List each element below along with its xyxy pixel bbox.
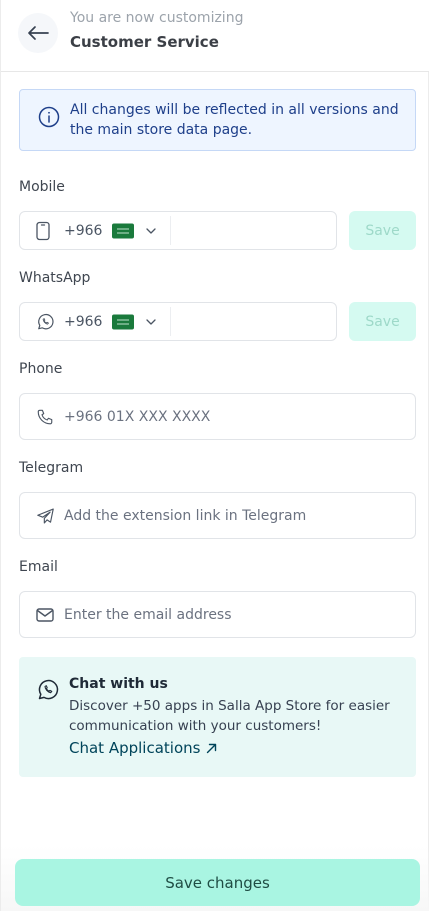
telegram-input[interactable]: Add the extension link in Telegram: [19, 492, 416, 539]
phone-placeholder: +966 01X XXX XXXX: [64, 408, 211, 425]
whatsapp-icon: [38, 679, 59, 700]
whatsapp-label: WhatsApp: [19, 270, 91, 286]
smartphone-icon: [36, 221, 50, 240]
whatsapp-country-code: +966: [64, 313, 103, 330]
arrow-left-icon: [28, 26, 49, 40]
whatsapp-save-button[interactable]: Save: [349, 302, 416, 341]
header-subtitle: You are now customizing: [70, 10, 244, 26]
mobile-label: Mobile: [19, 179, 65, 195]
chevron-down-icon[interactable]: [146, 227, 156, 234]
telegram-placeholder: Add the extension link in Telegram: [64, 507, 307, 524]
chat-title: Chat with us: [69, 676, 168, 692]
mobile-field[interactable]: +966: [19, 211, 337, 250]
whatsapp-icon: [36, 312, 55, 331]
notice-text: All changes will be reflected in all ver…: [70, 102, 399, 138]
chat-link-label: Chat Applications: [69, 739, 201, 757]
phone-icon: [36, 408, 54, 426]
save-changes-button[interactable]: Save changes: [15, 859, 420, 906]
page-title: Customer Service: [70, 33, 219, 51]
field-divider: [170, 216, 171, 245]
saudi-flag-icon: [112, 314, 134, 329]
email-placeholder: Enter the email address: [64, 606, 232, 623]
phone-input[interactable]: +966 01X XXX XXXX: [19, 393, 416, 440]
mobile-country-code: +966: [64, 222, 103, 239]
envelope-icon: [36, 607, 54, 622]
mobile-save-button[interactable]: Save: [349, 211, 416, 250]
whatsapp-field[interactable]: +966: [19, 302, 337, 341]
panel-header: You are now customizing Customer Service: [1, 0, 429, 72]
customize-panel: You are now customizing Customer Service…: [0, 0, 429, 911]
back-button[interactable]: [18, 13, 58, 53]
saudi-flag-icon: [112, 223, 134, 238]
chevron-down-icon[interactable]: [146, 318, 156, 325]
telegram-icon: [36, 507, 55, 524]
info-icon: [38, 106, 60, 128]
telegram-label: Telegram: [19, 460, 84, 476]
info-notice: All changes will be reflected in all ver…: [19, 89, 416, 151]
chat-description: Discover +50 apps in Salla App Store for…: [69, 698, 390, 734]
chat-applications-link[interactable]: Chat Applications: [69, 739, 217, 757]
arrow-up-right-icon: [207, 743, 217, 753]
email-label: Email: [19, 559, 58, 575]
chat-card: Chat with us Discover +50 apps in Salla …: [19, 657, 416, 777]
email-input[interactable]: Enter the email address: [19, 591, 416, 638]
phone-label: Phone: [19, 361, 63, 377]
field-divider: [170, 307, 171, 336]
